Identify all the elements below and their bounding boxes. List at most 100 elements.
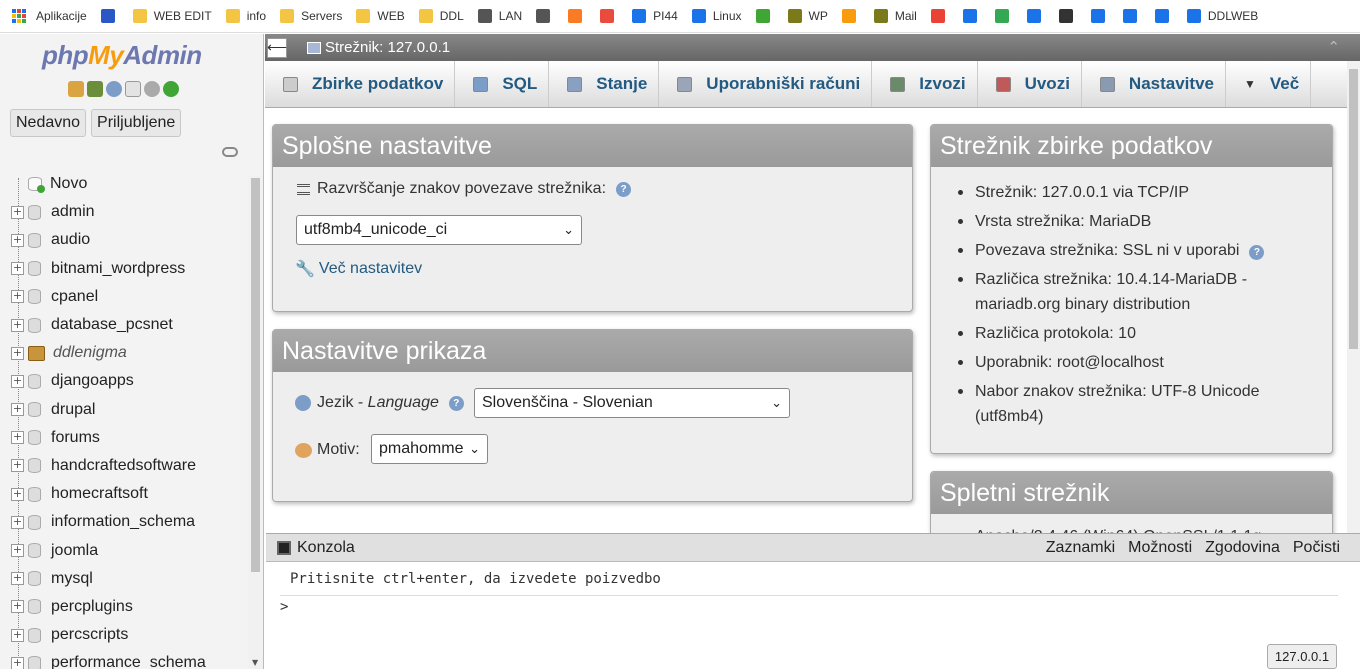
console-title[interactable]: Konzola [297, 539, 355, 557]
expand-icon[interactable]: + [11, 515, 24, 529]
database-name[interactable]: joomla [51, 542, 98, 560]
home-icon[interactable] [68, 81, 84, 97]
help-icon[interactable] [106, 81, 122, 97]
expand-icon[interactable]: + [11, 600, 24, 614]
server-title[interactable]: Strežnik: 127.0.0.1 [325, 39, 450, 56]
expand-icon[interactable]: + [11, 403, 24, 417]
database-item[interactable]: + information_schema [0, 508, 250, 536]
database-name[interactable]: homecraftsoft [51, 485, 148, 503]
bookmark-mail[interactable]: Mail [873, 9, 917, 23]
scroll-down-arrow[interactable]: ▼ [252, 658, 258, 667]
bookmark-gmail[interactable] [930, 9, 949, 23]
console-link[interactable]: Zaznamki [1046, 539, 1115, 557]
database-name[interactable]: admin [51, 203, 95, 221]
page-scrollbar[interactable] [1347, 61, 1360, 533]
phpmyadmin-logo[interactable]: phpMyAdmin [42, 40, 202, 71]
database-item[interactable]: + percscripts [0, 621, 250, 649]
database-item[interactable]: + bitnami_wordpress [0, 255, 250, 283]
bookmark-lan[interactable]: LAN [477, 9, 522, 23]
database-name[interactable]: percplugins [51, 598, 133, 616]
expand-icon[interactable]: + [11, 262, 24, 276]
theme-select[interactable]: pmahomme ⌄ [371, 434, 488, 464]
bookmark-wp[interactable]: WP [787, 9, 828, 23]
database-name[interactable]: bitnami_wordpress [51, 260, 185, 278]
favorites-button[interactable]: Priljubljene [91, 109, 182, 137]
help-icon[interactable]: ? [1249, 245, 1265, 260]
new-database-item[interactable]: Novo [0, 170, 250, 198]
console-link[interactable]: Možnosti [1128, 539, 1192, 557]
bookmark-web[interactable]: WEB [356, 9, 405, 23]
link-with-main-panel-icon[interactable] [222, 147, 238, 157]
tab-import[interactable]: Uvozi [978, 61, 1082, 107]
navi-scrollbar[interactable]: ▼ [248, 176, 263, 669]
database-name[interactable]: information_schema [51, 513, 195, 531]
bookmark-ddl[interactable]: DDL [418, 9, 464, 23]
database-name[interactable]: forums [51, 429, 100, 447]
language-select[interactable]: Slovenščina - Slovenian ⌄ [474, 388, 790, 418]
database-item[interactable]: + admin [0, 198, 250, 226]
database-item[interactable]: + djangoapps [0, 367, 250, 395]
console-bar[interactable]: Konzola Zaznamki Možnosti Zgodovina Počisti [266, 533, 1360, 562]
reload-icon[interactable] [163, 81, 179, 97]
database-name[interactable]: ddlenigma [53, 344, 127, 362]
database-item[interactable]: + audio [0, 226, 250, 254]
console-input[interactable]: > [280, 599, 288, 615]
expand-icon[interactable]: + [11, 346, 24, 360]
database-name[interactable]: djangoapps [51, 372, 134, 390]
tab-users[interactable]: Uporabniški računi [659, 61, 873, 107]
expand-icon[interactable]: + [11, 431, 24, 445]
bookmark-speedometer[interactable] [1058, 9, 1077, 23]
scroll-top-icon[interactable]: ⌃ [1327, 38, 1340, 56]
collapse-navigation-button[interactable]: ⟵ [267, 37, 287, 58]
bookmark-calendar[interactable] [1026, 9, 1045, 23]
database-name[interactable]: mysql [51, 570, 93, 588]
expand-icon[interactable]: + [11, 572, 24, 586]
new-database-label[interactable]: Novo [50, 175, 87, 193]
database-name[interactable]: handcraftedsoftware [51, 457, 196, 475]
database-item[interactable]: + joomla [0, 536, 250, 564]
database-item[interactable]: + homecraftsoft [0, 480, 250, 508]
help-icon[interactable]: ? [616, 181, 632, 197]
bookmark-web-edit[interactable]: WEB EDIT [132, 9, 212, 23]
bookmark-ddlweb[interactable]: DDLWEB [1186, 9, 1258, 23]
expand-icon[interactable]: + [11, 628, 24, 642]
console-link[interactable]: Zgodovina [1205, 539, 1280, 557]
settings-icon[interactable] [144, 81, 160, 97]
tab-database[interactable]: Zbirke podatkov [265, 61, 456, 107]
database-name[interactable]: cpanel [51, 288, 98, 306]
tab-wrench[interactable]: Nastavitve [1082, 61, 1226, 107]
recent-button[interactable]: Nedavno [10, 109, 87, 137]
navi-scrollbar-thumb[interactable] [251, 178, 260, 572]
database-item[interactable]: + drupal [0, 396, 250, 424]
logout-icon[interactable] [87, 81, 103, 97]
expand-icon[interactable]: + [11, 656, 24, 669]
bookmark-star[interactable] [1122, 9, 1141, 23]
expand-icon[interactable]: + [11, 318, 24, 332]
expand-icon[interactable]: + [11, 459, 24, 473]
bookmark-tools[interactable] [536, 9, 554, 23]
tab-chevron-down[interactable]: ▼ Več [1226, 61, 1312, 107]
expand-icon[interactable]: + [11, 205, 24, 219]
database-name[interactable]: audio [51, 231, 90, 249]
database-item[interactable]: + mysql [0, 565, 250, 593]
expand-icon[interactable]: + [11, 233, 24, 247]
docs-icon[interactable] [125, 81, 141, 97]
console-link[interactable]: Počisti [1293, 539, 1340, 557]
bookmark-xampp[interactable] [568, 9, 586, 23]
tab-export[interactable]: Izvozi [872, 61, 978, 107]
expand-icon[interactable]: + [11, 544, 24, 558]
bookmark-servers[interactable]: Servers [280, 9, 342, 23]
bookmark-drive[interactable] [994, 9, 1013, 23]
bookmark-radio[interactable] [100, 9, 119, 23]
bookmark-linux[interactable]: Linux [691, 9, 742, 23]
database-name[interactable]: drupal [51, 401, 95, 419]
database-item[interactable]: + ddlenigma [0, 339, 250, 367]
database-item[interactable]: + cpanel [0, 283, 250, 311]
more-settings-link[interactable]: Več nastavitev [319, 260, 422, 278]
bookmark-colorful-circle[interactable] [600, 9, 618, 23]
database-item[interactable]: + performance_schema [0, 649, 250, 669]
database-name[interactable]: performance_schema [51, 654, 206, 669]
expand-icon[interactable]: + [11, 374, 24, 388]
database-name[interactable]: percscripts [51, 626, 128, 644]
help-icon[interactable]: ? [448, 395, 464, 411]
